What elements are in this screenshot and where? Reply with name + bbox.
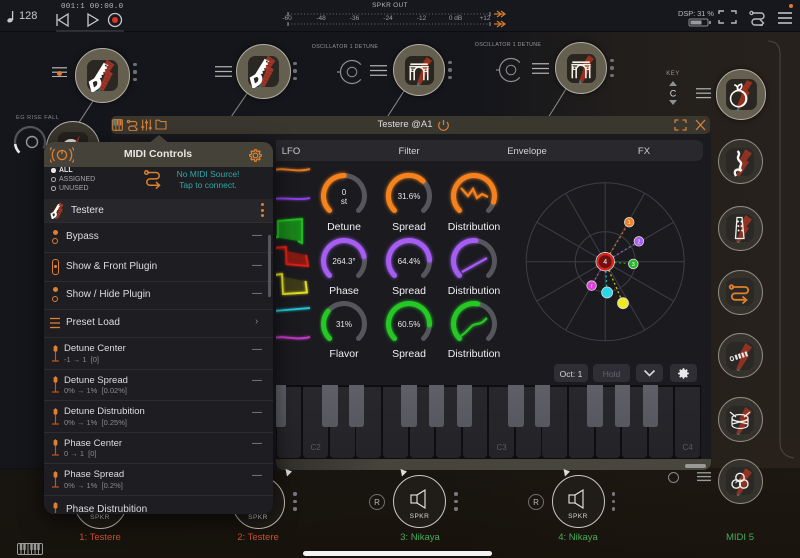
svg-text:1: 1 bbox=[628, 220, 631, 226]
svg-text:C: C bbox=[670, 89, 677, 99]
svg-text:3: 3 bbox=[632, 262, 635, 268]
svg-text:2: 2 bbox=[637, 239, 640, 245]
svg-text:r: r bbox=[591, 284, 593, 290]
svg-text:4: 4 bbox=[603, 259, 607, 266]
